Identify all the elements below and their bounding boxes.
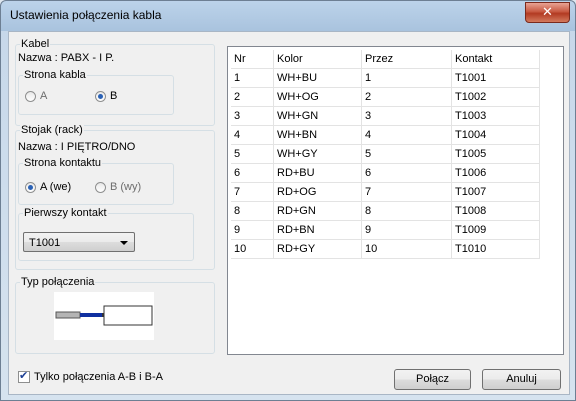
cell-nr: 2 (231, 87, 274, 107)
cell-nr: 5 (231, 144, 274, 164)
cell-przez: 8 (361, 201, 452, 221)
first-contact-value: T1001 (29, 237, 61, 249)
cable-side-b-label: B (110, 90, 118, 102)
contact-side-b-label: B (wy) (110, 181, 142, 193)
cell-nr: 9 (231, 220, 274, 240)
close-icon: ✕ (542, 5, 553, 20)
contact-side-a-radio[interactable]: A (we) (25, 181, 71, 193)
cell-kontakt: T1002 (451, 87, 540, 107)
cell-nr: 8 (231, 201, 274, 221)
contact-side-a-label: A (we) (40, 181, 72, 193)
cable-side-b-radio[interactable]: B (95, 90, 117, 102)
table-row[interactable]: 6 RD+BU 6 T1006 (231, 163, 540, 183)
cell-kolor: WH+GY (273, 144, 362, 164)
cell-kolor: RD+GY (273, 239, 362, 259)
cell-nr: 10 (231, 239, 274, 259)
cell-nr: 1 (231, 68, 274, 88)
cell-przez: 6 (361, 163, 452, 183)
contact-side-label: Strona kontaktu (23, 157, 103, 169)
cell-kontakt: T1004 (451, 125, 540, 145)
connection-type-group: Typ połączenia (15, 276, 215, 354)
contacts-grid[interactable]: Nr Kolor Przez Kontakt 1 WH+BU 1 T1001 2 WH+… (227, 46, 564, 355)
dialog-window: Ustawienia połączenia kabla ✕ Kabel Nazw… (0, 0, 576, 401)
table-row[interactable]: 8 RD+GN 8 T1008 (231, 201, 540, 221)
cell-kolor: RD+BU (273, 163, 362, 183)
radio-indicator (95, 181, 106, 193)
radio-indicator (25, 181, 36, 193)
cell-kontakt: T1006 (451, 163, 540, 183)
rack-group-label: Stojak (rack) (20, 124, 84, 136)
cell-przez: 10 (361, 239, 452, 259)
cell-nr: 3 (231, 106, 274, 126)
table-row[interactable]: 2 WH+OG 2 T1002 (231, 87, 540, 107)
table-row[interactable]: 9 RD+BN 9 T1009 (231, 220, 540, 240)
only-ab-ba-label: Tylko połączenia A-B i B-A (34, 371, 164, 383)
contacts-table: Nr Kolor Przez Kontakt 1 WH+BU 1 T1001 2 WH+… (231, 50, 540, 259)
cell-kontakt: T1003 (451, 106, 540, 126)
cell-nr: 7 (231, 182, 274, 202)
checkbox-box: ✔ (18, 369, 30, 383)
column-header-kontakt[interactable]: Kontakt (451, 50, 540, 69)
cell-kolor: RD+BN (273, 220, 362, 240)
cable-side-a-radio[interactable]: A (25, 90, 47, 102)
only-ab-ba-checkbox[interactable]: ✔ Tylko połączenia A-B i B-A (18, 369, 164, 383)
dialog-body: Kabel Nazwa : PABX - I P. Strona kabla A… (8, 31, 570, 395)
rack-name: Nazwa : I PIĘTRO/DNO (18, 141, 136, 153)
column-header-kolor[interactable]: Kolor (273, 50, 362, 69)
cable-group: Kabel Nazwa : PABX - I P. Strona kabla A… (15, 38, 215, 126)
window-title: Ustawienia połączenia kabla (10, 8, 162, 22)
connection-type-label: Typ połączenia (20, 276, 96, 288)
cell-przez: 9 (361, 220, 452, 240)
cell-przez: 3 (361, 106, 452, 126)
title-bar: Ustawienia połączenia kabla ✕ (1, 1, 575, 31)
cell-kontakt: T1008 (451, 201, 540, 221)
table-row[interactable]: 1 WH+BU 1 T1001 (231, 68, 540, 88)
table-row[interactable]: 5 WH+GY 5 T1005 (231, 144, 540, 164)
column-header-nr[interactable]: Nr (231, 50, 274, 69)
table-header-row: Nr Kolor Przez Kontakt (231, 50, 540, 69)
cable-side-a-label: A (40, 90, 48, 102)
cell-przez: 4 (361, 125, 452, 145)
connection-diagram-icon (54, 292, 154, 340)
cell-nr: 6 (231, 163, 274, 183)
table-row[interactable]: 3 WH+GN 3 T1003 (231, 106, 540, 126)
first-contact-group: Pierwszy kontakt T1001 (18, 207, 194, 261)
cell-kolor: WH+OG (273, 87, 362, 107)
contact-side-b-radio[interactable]: B (wy) (95, 181, 141, 193)
cell-przez: 2 (361, 87, 452, 107)
cell-kontakt: T1010 (451, 239, 540, 259)
rack-group: Stojak (rack) Nazwa : I PIĘTRO/DNO Stron… (15, 124, 215, 270)
first-contact-dropdown[interactable]: T1001 (23, 232, 135, 252)
cell-przez: 7 (361, 182, 452, 202)
cell-kontakt: T1001 (451, 68, 540, 88)
cell-kolor: WH+GN (273, 106, 362, 126)
contact-side-group: Strona kontaktu A (we) B (wy) (18, 157, 174, 205)
cell-kontakt: T1007 (451, 182, 540, 202)
cable-side-group: Strona kabla A B (18, 69, 174, 115)
cable-group-label: Kabel (20, 38, 51, 50)
cell-przez: 1 (361, 68, 452, 88)
cell-nr: 4 (231, 125, 274, 145)
column-header-przez[interactable]: Przez (361, 50, 452, 69)
cell-kolor: WH+BN (273, 125, 362, 145)
close-button[interactable]: ✕ (525, 2, 570, 23)
first-contact-label: Pierwszy kontakt (23, 207, 108, 219)
cell-kolor: RD+GN (273, 201, 362, 221)
cell-kolor: RD+OG (273, 182, 362, 202)
cell-kolor: WH+BU (273, 68, 362, 88)
cancel-button[interactable]: Anuluj (482, 369, 561, 390)
table-row[interactable]: 7 RD+OG 7 T1007 (231, 182, 540, 202)
radio-indicator (95, 90, 106, 102)
checkmark-icon: ✔ (19, 369, 29, 382)
cell-kontakt: T1009 (451, 220, 540, 240)
cell-kontakt: T1005 (451, 144, 540, 164)
cell-przez: 5 (361, 144, 452, 164)
chevron-down-icon (120, 241, 128, 245)
radio-indicator (25, 90, 36, 102)
connect-button[interactable]: Połącz (394, 369, 471, 390)
cable-side-label: Strona kabla (23, 69, 87, 81)
cable-name: Nazwa : PABX - I P. (18, 52, 115, 64)
table-row[interactable]: 10 RD+GY 10 T1010 (231, 239, 540, 259)
table-row[interactable]: 4 WH+BN 4 T1004 (231, 125, 540, 145)
